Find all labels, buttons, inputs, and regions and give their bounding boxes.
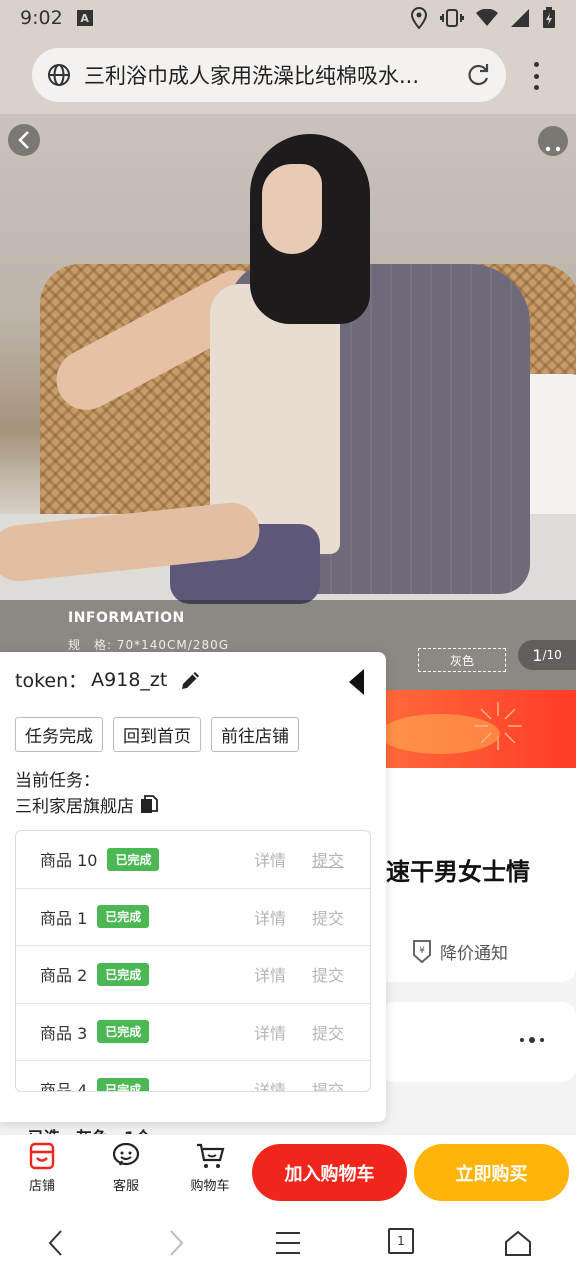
submit-link[interactable]: 提交	[312, 905, 344, 929]
accessibility-a-icon: A	[76, 10, 93, 26]
item-name: 商品 2	[40, 966, 88, 986]
price-tag-icon: ¥	[413, 940, 431, 964]
vibrate-icon	[440, 9, 464, 27]
add-to-cart-button[interactable]: 加入购物车	[252, 1144, 407, 1201]
nav-back-icon[interactable]	[42, 1228, 72, 1258]
cart-label: 购物车	[190, 1179, 230, 1194]
image-info-title: INFORMATION	[68, 610, 185, 626]
reload-icon[interactable]	[464, 61, 492, 89]
more-dots-icon	[545, 146, 561, 152]
signal-icon	[511, 9, 529, 27]
system-nav-bar: 1	[0, 1206, 576, 1280]
firework-icon	[474, 702, 522, 750]
back-button[interactable]	[8, 124, 40, 156]
list-item: 商品 2 已完成 详情 提交	[16, 946, 370, 1004]
current-task-store-name: 三利家居旗舰店	[15, 797, 134, 817]
submit-link[interactable]: 提交	[312, 1020, 344, 1044]
list-item: 商品 3 已完成 详情 提交	[16, 1004, 370, 1061]
status-time: 9:02	[20, 7, 63, 29]
product-image-gallery[interactable]: INFORMATION 规 格: 70*140CM/280G 灰色 1/10	[0, 114, 576, 690]
image-counter-current: 1	[532, 645, 543, 665]
current-task-label: 当前任务：	[15, 771, 100, 791]
detail-link[interactable]: 详情	[254, 1077, 286, 1091]
token-value: A918_zt	[91, 668, 168, 691]
panel-button-group: 任务完成 回到首页 前往店铺	[15, 717, 299, 752]
image-counter: 1/10	[518, 640, 576, 670]
item-name: 商品 3	[40, 1023, 88, 1043]
product-title-fragment: 速干男女士情	[386, 858, 530, 886]
submit-link[interactable]: 提交	[312, 1077, 344, 1091]
customer-service-icon	[112, 1142, 140, 1166]
url-text: 三利浴巾成人家用洗澡比纯棉吸水...	[84, 64, 420, 88]
task-item-list[interactable]: 商品 10 已完成 详情 提交 商品 1 已完成 详情 提交 商品 2 已完成 …	[15, 830, 371, 1092]
carousel-dots	[520, 1037, 544, 1043]
customer-service-button[interactable]: 客服	[101, 1141, 151, 1194]
promo-banner	[380, 690, 576, 768]
image-color-tag: 灰色	[418, 648, 506, 672]
task-complete-button[interactable]: 任务完成	[15, 717, 103, 752]
location-icon	[410, 7, 428, 29]
status-badge: 已完成	[107, 847, 160, 871]
battery-icon	[543, 7, 555, 28]
status-badge: 已完成	[97, 1077, 150, 1091]
browser-menu-icon[interactable]	[526, 62, 546, 90]
task-panel: token： A918_zt 任务完成 回到首页 前往店铺 当前任务： 三利家居…	[0, 652, 386, 1122]
current-task-store: 三利家居旗舰店	[15, 792, 158, 817]
browser-toolbar: 三利浴巾成人家用洗澡比纯棉吸水...	[0, 36, 576, 114]
service-card	[380, 1002, 576, 1082]
submit-link[interactable]: 提交	[312, 962, 344, 986]
product-action-bar: 店铺 客服 购物车 加入购物车 立即购买	[0, 1134, 576, 1206]
go-to-store-button[interactable]: 前往店铺	[211, 717, 299, 752]
more-button[interactable]	[538, 126, 568, 156]
cart-button[interactable]: 购物车	[185, 1141, 235, 1194]
token-row: token： A918_zt	[15, 666, 203, 693]
submit-link[interactable]: 提交	[312, 847, 344, 871]
back-arrow-icon	[18, 131, 29, 149]
status-badge: 已完成	[97, 962, 150, 986]
token-label: token：	[15, 670, 88, 692]
item-name: 商品 1	[40, 908, 88, 928]
item-name: 商品 10	[40, 851, 98, 871]
store-button[interactable]: 店铺	[17, 1141, 67, 1194]
status-badge: 已完成	[97, 1020, 150, 1044]
nav-tabs-icon[interactable]: 1	[388, 1228, 414, 1254]
list-item: 商品 4 已完成 详情 提交	[16, 1061, 370, 1092]
edit-pencil-icon[interactable]	[179, 668, 203, 692]
item-name: 商品 4	[40, 1081, 88, 1092]
customer-service-label: 客服	[112, 1179, 139, 1194]
back-home-button[interactable]: 回到首页	[113, 717, 201, 752]
status-icons	[410, 7, 556, 29]
price-notify-label: 降价通知	[440, 943, 508, 964]
detail-link[interactable]: 详情	[254, 905, 286, 929]
status-badge: 已完成	[97, 905, 150, 929]
svg-text:¥: ¥	[419, 946, 425, 956]
image-counter-total: /10	[542, 648, 562, 662]
status-bar: 9:02 A	[0, 0, 576, 36]
store-icon	[29, 1142, 55, 1170]
address-bar[interactable]: 三利浴巾成人家用洗澡比纯棉吸水...	[32, 48, 506, 102]
nav-forward-icon[interactable]	[160, 1228, 190, 1258]
nav-menu-icon[interactable]	[273, 1228, 303, 1258]
nav-home-icon[interactable]	[503, 1228, 533, 1258]
list-item: 商品 1 已完成 详情 提交	[16, 889, 370, 946]
wifi-icon	[476, 9, 498, 26]
buy-now-button[interactable]: 立即购买	[414, 1144, 569, 1201]
price-notify-button[interactable]: ¥ 降价通知	[410, 938, 508, 964]
copy-icon[interactable]	[140, 794, 158, 815]
collapse-panel-icon[interactable]	[346, 668, 366, 696]
cart-icon	[197, 1143, 225, 1168]
detail-link[interactable]: 详情	[254, 962, 286, 986]
detail-link[interactable]: 详情	[254, 847, 286, 871]
globe-icon	[48, 64, 70, 86]
store-label: 店铺	[28, 1179, 55, 1194]
detail-link[interactable]: 详情	[254, 1020, 286, 1044]
image-info-spec: 规 格: 70*140CM/280G	[68, 638, 230, 652]
list-item: 商品 10 已完成 详情 提交	[16, 831, 370, 889]
